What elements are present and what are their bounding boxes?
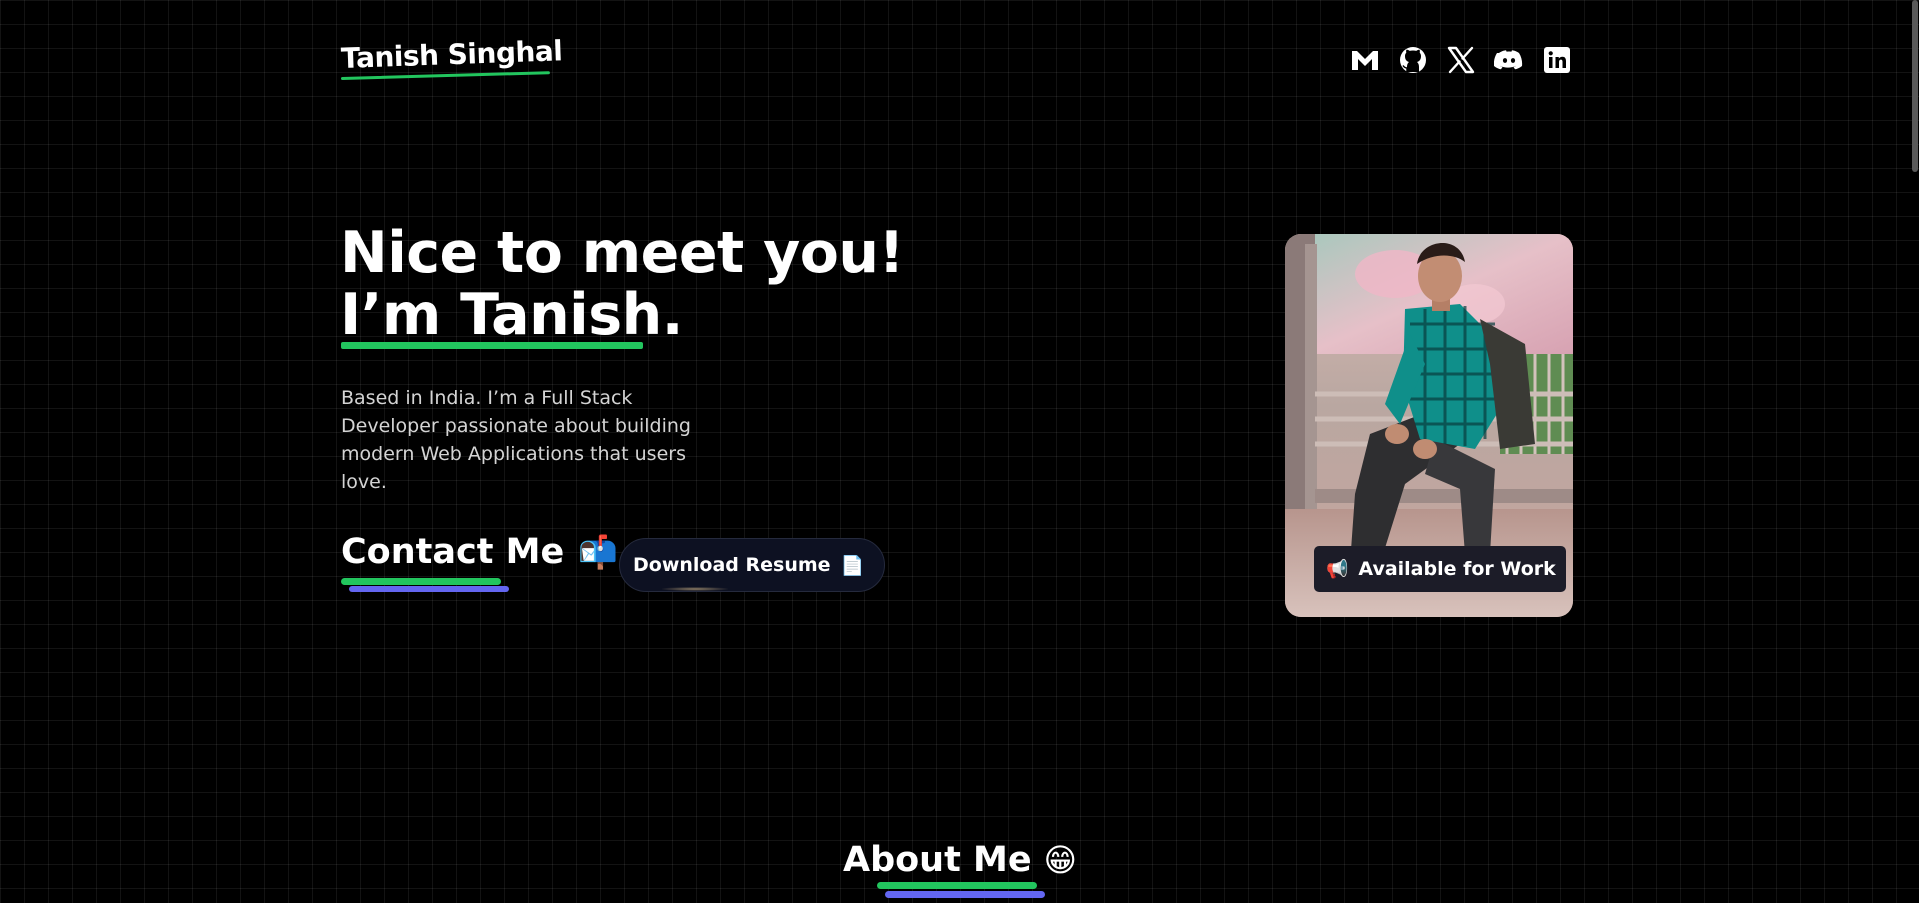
gmail-icon[interactable] [1350,45,1380,75]
site-logo[interactable]: Tanish Singhal [340,34,562,75]
hero-heading: Nice to meet you! I’m Tanish. [340,222,904,346]
about-underline-green [877,882,1037,889]
hero-bio: Based in India. I’m a Full Stack Develop… [341,387,691,493]
github-icon[interactable] [1398,45,1428,75]
about-underline-blue [885,891,1045,898]
hero-heading-line-1: Nice to meet you! [340,220,904,286]
grin-emoji-icon: 😁 [1043,841,1077,879]
contact-me-link[interactable]: Contact Me 📬 [341,532,618,572]
contact-underline-green [341,578,501,585]
document-icon: 📄 [840,554,865,577]
portfolio-page: Tanish Singhal Nice to meet you! I’m Tan… [0,0,1919,903]
social-links [1350,45,1572,75]
available-for-work-badge[interactable]: 📢 Available for Work [1314,546,1566,592]
linkedin-icon[interactable] [1542,45,1572,75]
about-me-heading: About Me 😁 [843,840,1077,880]
x-twitter-icon[interactable] [1446,45,1476,75]
scrollbar[interactable] [1912,0,1918,172]
download-resume-button[interactable]: Download Resume 📄 [619,538,886,592]
download-resume-label: Download Resume [633,554,831,576]
contact-me-label: Contact Me [341,532,565,572]
mailbox-icon: 📬 [578,533,619,571]
resume-button-glow [662,587,728,591]
name-underline [341,342,643,349]
megaphone-icon: 📢 [1326,558,1349,580]
discord-icon[interactable] [1494,45,1524,75]
contact-underline-blue [349,586,509,592]
hero-heading-line-2: I’m Tanish. [340,282,683,348]
about-me-label: About Me [843,840,1032,880]
available-for-work-label: Available for Work [1358,558,1556,580]
